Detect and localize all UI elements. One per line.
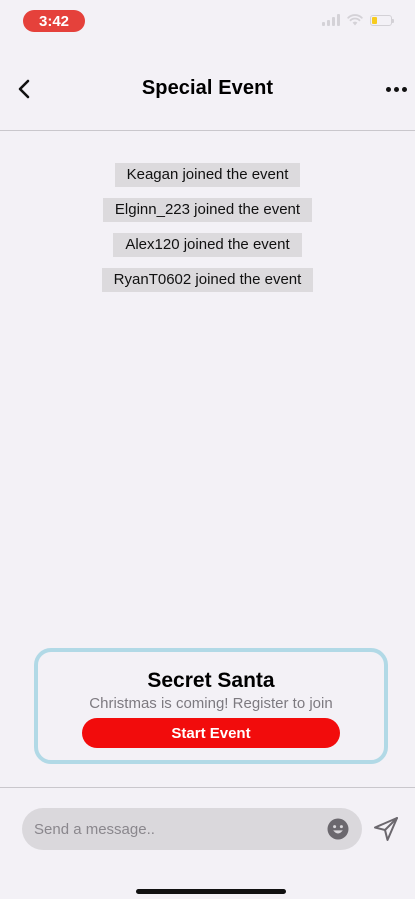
more-horizontal-icon xyxy=(385,86,391,92)
more-options-button[interactable] xyxy=(385,74,407,104)
header: Special Event xyxy=(0,60,415,120)
home-indicator[interactable] xyxy=(136,889,286,894)
status-icons xyxy=(322,14,394,26)
composer-divider xyxy=(0,787,415,788)
page-title: Special Event xyxy=(141,77,274,99)
emoji-icon[interactable] xyxy=(327,818,349,840)
message-composer xyxy=(22,808,362,850)
battery-fill xyxy=(372,16,377,24)
event-log: Keagan joined the event Elginn_223 joine… xyxy=(0,163,415,292)
status-time: 3:42 xyxy=(23,10,85,32)
cellular-signal-icon xyxy=(322,14,340,26)
wifi-icon xyxy=(347,14,363,26)
event-log-item: Keagan joined the event xyxy=(114,163,301,187)
event-log-item: Alex120 joined the event xyxy=(113,233,302,257)
event-log-item: Elginn_223 joined the event xyxy=(102,198,313,222)
battery-icon xyxy=(370,14,394,26)
start-event-button[interactable]: Start Event xyxy=(82,718,340,748)
event-log-item: RyanT0602 joined the event xyxy=(101,268,314,292)
send-icon[interactable] xyxy=(372,815,400,843)
event-card-title: Secret Santa xyxy=(147,669,275,692)
event-card: Secret Santa Christmas is coming! Regist… xyxy=(34,648,388,764)
header-divider xyxy=(0,130,415,131)
event-card-subtitle: Christmas is coming! Register to join xyxy=(89,695,333,712)
message-input[interactable] xyxy=(34,808,314,850)
status-bar: 3:42 xyxy=(0,0,415,44)
